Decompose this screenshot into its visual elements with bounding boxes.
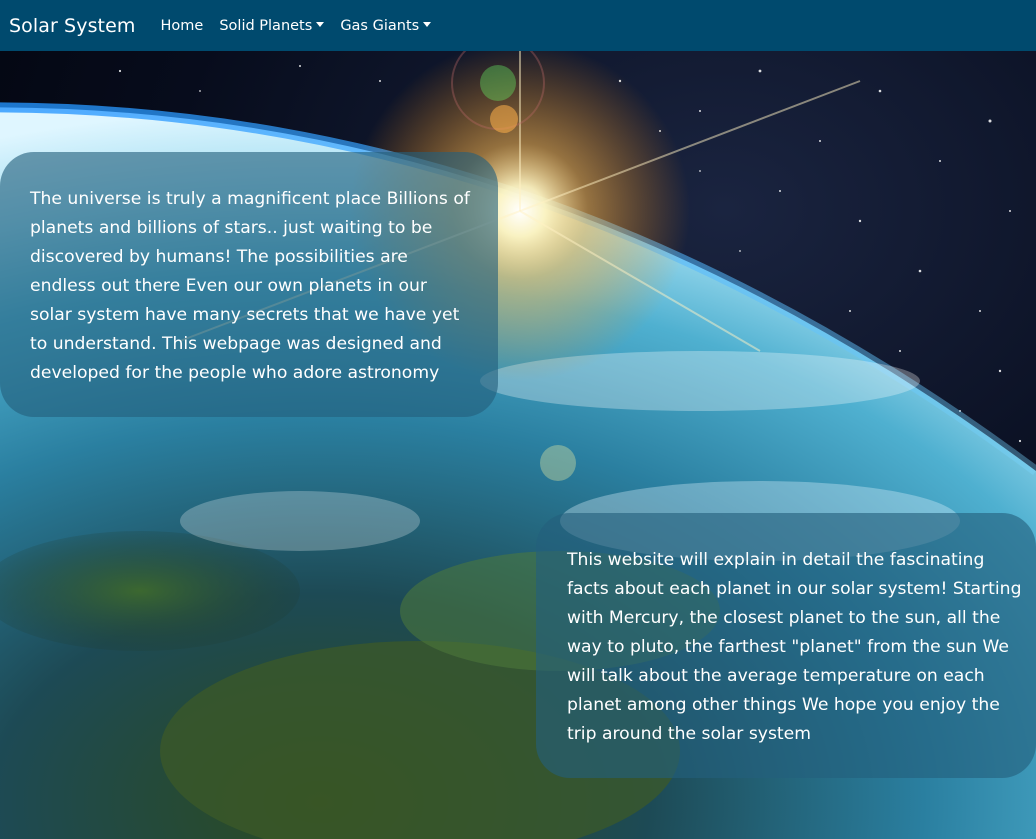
detail-text: This website will explain in detail the … [567,550,1022,744]
nav-gas-giants-dropdown[interactable]: Gas Giants [340,17,432,34]
nav-solid-planets-label: Solid Planets [219,17,313,34]
nav-home-link[interactable]: Home [161,18,204,34]
intro-text-card: The universe is truly a magnificent plac… [0,152,498,417]
top-navbar: Solar System Home Solid Planets Gas Gian… [0,0,1036,51]
brand-link[interactable]: Solar System [9,15,136,37]
nav-gas-giants-label: Gas Giants [340,17,420,34]
detail-text-card: This website will explain in detail the … [536,513,1036,778]
caret-down-icon [423,22,432,27]
intro-text: The universe is truly a magnificent plac… [30,189,470,383]
page: Solar System Home Solid Planets Gas Gian… [0,0,1036,839]
caret-down-icon [316,22,325,27]
nav-home-label: Home [160,17,204,34]
nav-solid-planets-dropdown[interactable]: Solid Planets [219,17,325,34]
